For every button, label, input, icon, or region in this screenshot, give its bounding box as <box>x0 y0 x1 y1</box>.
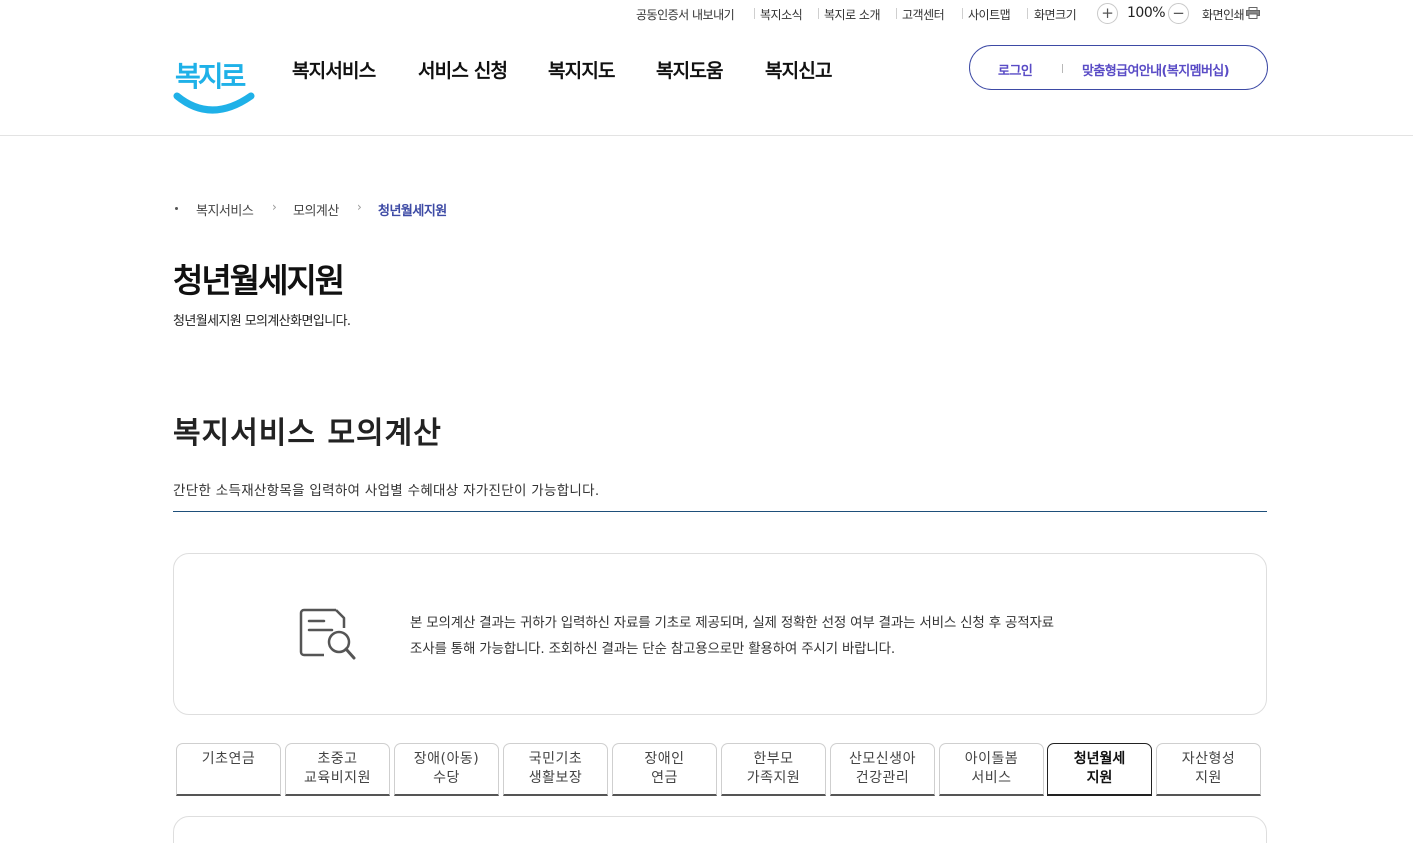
tab-label: 건강관리 <box>855 770 910 786</box>
page-title: 청년월세지원 <box>173 261 345 300</box>
login-button[interactable]: 로그인 <box>998 60 1033 79</box>
breadcrumb-item-current: 청년월세지원 <box>378 204 447 219</box>
tab-label: 한부모 <box>753 751 794 767</box>
section-title: 복지서비스 모의계산 <box>173 416 442 451</box>
tab-label: 초중고 <box>317 751 358 767</box>
tab-label: 장애인 <box>644 751 685 767</box>
tab-label: 자산형성 <box>1181 751 1236 767</box>
bokjiro-logo[interactable]: 복지로 <box>173 44 255 118</box>
util-divider <box>962 8 963 19</box>
util-divider <box>754 8 755 19</box>
tab-maternal-newborn-care[interactable]: 산모신생아 건강관리 <box>830 743 935 796</box>
util-link-certificate-export[interactable]: 공동인증서 내보내기 <box>636 6 735 23</box>
nav-welfare-map[interactable]: 복지지도 <box>548 56 616 83</box>
page-description: 청년월세지원 모의계산화면입니다. <box>173 314 351 329</box>
site-header: 복지로 복지서비스 서비스 신청 복지지도 복지도움 복지신고 로그인 맞춤형급… <box>0 28 1413 136</box>
tab-single-parent-support[interactable]: 한부모 가족지원 <box>721 743 826 796</box>
utility-bar: 공동인증서 내보내기 복지소식 복지로 소개 고객센터 사이트맵 화면크기 + … <box>0 0 1413 28</box>
tab-basic-livelihood[interactable]: 국민기초 생활보장 <box>503 743 608 796</box>
notice-line-1: 본 모의계산 결과는 귀하가 입력하신 자료를 기초로 제공되며, 실제 정확한… <box>410 615 1054 631</box>
notice-line-2: 조사를 통해 가능합니다. 조회하신 결과는 단순 참고용으로만 활용하여 주시… <box>410 641 895 657</box>
util-link-customer-center[interactable]: 고객센터 <box>902 6 945 23</box>
nav-service-apply[interactable]: 서비스 신청 <box>418 56 508 83</box>
tab-label: 생활보장 <box>528 770 583 786</box>
tab-label: 국민기초 <box>528 751 583 767</box>
tab-label: 아이돌봄 <box>964 751 1019 767</box>
nav-welfare-help[interactable]: 복지도움 <box>656 56 724 83</box>
section-divider <box>173 511 1267 512</box>
tab-youth-rent-support[interactable]: 청년월세 지원 <box>1047 743 1152 796</box>
zoom-in-button[interactable]: + <box>1097 3 1118 24</box>
font-size-label: 화면크기 <box>1034 8 1077 22</box>
nav-welfare-service[interactable]: 복지서비스 <box>292 56 376 83</box>
tab-school-education-support[interactable]: 초중고 교육비지원 <box>285 743 390 796</box>
home-bullet <box>175 207 178 210</box>
tab-label: 장애(아동) <box>413 751 480 767</box>
membership-button[interactable]: 맞춤형급여안내(복지멤버십) <box>1082 60 1230 79</box>
notice-text: 본 모의계산 결과는 귀하가 입력하신 자료를 기초로 제공되며, 실제 정확한… <box>410 610 1130 662</box>
tab-label: 산모신생아 <box>849 751 916 767</box>
util-divider <box>818 8 819 19</box>
tab-label: 지원 <box>1195 770 1222 786</box>
nav-welfare-report[interactable]: 복지신고 <box>765 56 833 83</box>
calculator-form-box <box>173 816 1267 843</box>
print-button[interactable]: 화면인쇄 <box>1202 6 1245 23</box>
notice-box: 본 모의계산 결과는 귀하가 입력하신 자료를 기초로 제공되며, 실제 정확한… <box>173 553 1267 715</box>
tab-label: 교육비지원 <box>304 770 371 786</box>
section-description: 간단한 소득재산항목을 입력하여 사업별 수혜대상 자가진단이 가능합니다. <box>173 483 600 499</box>
chevron-right-icon: › <box>357 200 362 214</box>
tab-disability-child-allowance[interactable]: 장애(아동) 수당 <box>394 743 499 796</box>
tab-basic-pension[interactable]: 기초연금 <box>176 743 281 796</box>
zoom-out-button[interactable]: − <box>1168 3 1189 24</box>
tab-label: 연금 <box>651 770 678 786</box>
tab-disability-pension[interactable]: 장애인 연금 <box>612 743 717 796</box>
breadcrumb-item-welfare-service[interactable]: 복지서비스 <box>196 200 254 219</box>
tab-label: 서비스 <box>971 770 1012 786</box>
util-link-about[interactable]: 복지로 소개 <box>824 6 881 23</box>
tab-label: 지원 <box>1086 770 1113 786</box>
util-link-sitemap[interactable]: 사이트맵 <box>968 6 1011 23</box>
member-box: 로그인 맞춤형급여안내(복지멤버십) <box>969 45 1268 90</box>
logo-text: 복지로 <box>175 60 246 93</box>
document-search-icon <box>299 608 356 660</box>
tab-label: 가족지원 <box>746 770 801 786</box>
zoom-level: 100% <box>1127 5 1166 21</box>
util-divider <box>896 8 897 19</box>
tab-label: 수당 <box>433 770 460 786</box>
tab-label: 기초연금 <box>201 751 256 767</box>
tab-child-care-service[interactable]: 아이돌봄 서비스 <box>939 743 1044 796</box>
tab-asset-formation-support[interactable]: 자산형성 지원 <box>1156 743 1261 796</box>
tab-label: 청년월세 <box>1073 751 1126 767</box>
member-divider <box>1062 64 1063 73</box>
printer-icon[interactable] <box>1246 7 1260 19</box>
breadcrumb-item-simulation[interactable]: 모의계산 <box>293 200 339 219</box>
chevron-right-icon: › <box>272 200 277 214</box>
util-link-news[interactable]: 복지소식 <box>760 6 803 23</box>
util-divider <box>1027 8 1028 19</box>
